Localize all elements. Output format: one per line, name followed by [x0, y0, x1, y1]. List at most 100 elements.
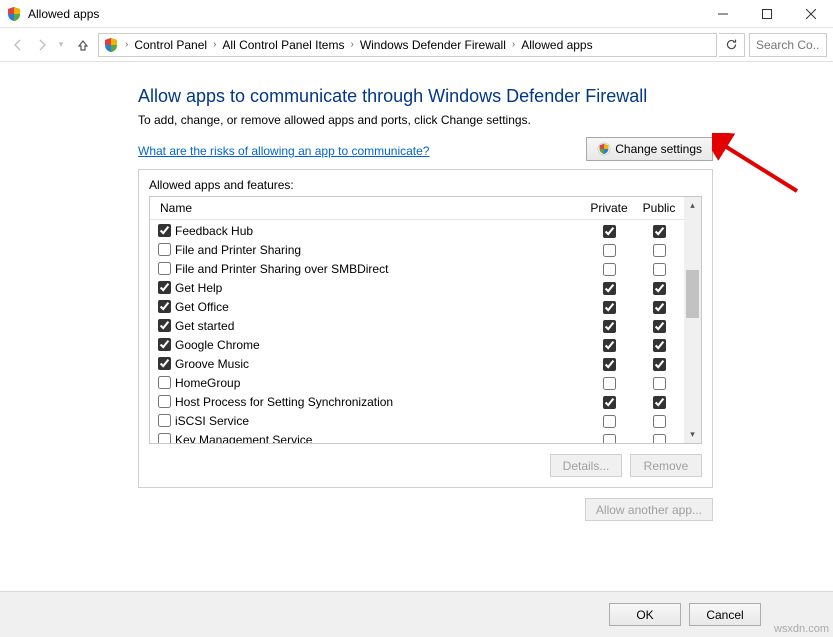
list-row[interactable]: Host Process for Setting Synchronization: [150, 392, 684, 411]
row-enable-checkbox[interactable]: [158, 262, 171, 275]
crumb-all-items[interactable]: All Control Panel Items: [218, 36, 348, 54]
row-enable-checkbox[interactable]: [158, 319, 171, 332]
row-label: Get Help: [175, 281, 222, 295]
change-settings-button[interactable]: Change settings: [586, 137, 713, 161]
chevron-right-icon: ›: [348, 39, 355, 50]
remove-button[interactable]: Remove: [630, 454, 702, 477]
footer: OK Cancel: [0, 591, 833, 637]
row-public-checkbox[interactable]: [653, 263, 666, 276]
row-enable-checkbox[interactable]: [158, 224, 171, 237]
row-enable-checkbox[interactable]: [158, 376, 171, 389]
row-private-checkbox[interactable]: [603, 358, 616, 371]
forward-button[interactable]: [30, 33, 54, 57]
address-bar[interactable]: › Control Panel › All Control Panel Item…: [98, 33, 717, 57]
row-label: Groove Music: [175, 357, 249, 371]
vertical-scrollbar[interactable]: ▴ ▾: [684, 197, 701, 443]
allowed-apps-list: Name Private Public Feedback Hub File and…: [149, 196, 702, 444]
row-public-checkbox[interactable]: [653, 301, 666, 314]
row-private-checkbox[interactable]: [603, 339, 616, 352]
up-button[interactable]: [71, 33, 95, 57]
row-enable-checkbox[interactable]: [158, 414, 171, 427]
history-dropdown[interactable]: ▾: [54, 39, 68, 50]
scroll-down-icon[interactable]: ▾: [684, 426, 701, 443]
row-enable-checkbox[interactable]: [158, 300, 171, 313]
row-label: Get started: [175, 319, 234, 333]
row-private-checkbox[interactable]: [603, 377, 616, 390]
uac-shield-icon: [597, 142, 611, 156]
list-row[interactable]: iSCSI Service: [150, 411, 684, 430]
row-public-checkbox[interactable]: [653, 225, 666, 238]
row-private-checkbox[interactable]: [603, 225, 616, 238]
back-button[interactable]: [6, 33, 30, 57]
cancel-button[interactable]: Cancel: [689, 603, 761, 626]
row-private-checkbox[interactable]: [603, 415, 616, 428]
row-public-checkbox[interactable]: [653, 377, 666, 390]
list-row[interactable]: Feedback Hub: [150, 221, 684, 240]
breadcrumb: › Control Panel › All Control Panel Item…: [123, 36, 597, 54]
risks-link[interactable]: What are the risks of allowing an app to…: [138, 144, 429, 158]
list-row[interactable]: Get Help: [150, 278, 684, 297]
row-private-checkbox[interactable]: [603, 396, 616, 409]
list-row[interactable]: Get Office: [150, 297, 684, 316]
search-input[interactable]: [749, 33, 827, 57]
allowed-apps-group: Allowed apps and features: Name Private …: [138, 169, 713, 488]
row-private-checkbox[interactable]: [603, 301, 616, 314]
minimize-button[interactable]: [701, 0, 745, 28]
scroll-up-icon[interactable]: ▴: [684, 197, 701, 214]
refresh-button[interactable]: [719, 33, 745, 57]
maximize-button[interactable]: [745, 0, 789, 28]
row-public-checkbox[interactable]: [653, 282, 666, 295]
allow-another-app-button[interactable]: Allow another app...: [585, 498, 713, 521]
row-public-checkbox[interactable]: [653, 244, 666, 257]
close-button[interactable]: [789, 0, 833, 28]
col-private[interactable]: Private: [584, 197, 634, 219]
watermark: wsxdn.com: [774, 623, 829, 635]
crumb-control-panel[interactable]: Control Panel: [130, 36, 211, 54]
list-row[interactable]: HomeGroup: [150, 373, 684, 392]
scroll-thumb[interactable]: [686, 270, 699, 318]
list-row[interactable]: Get started: [150, 316, 684, 335]
row-enable-checkbox[interactable]: [158, 243, 171, 256]
row-public-checkbox[interactable]: [653, 358, 666, 371]
chevron-right-icon: ›: [123, 39, 130, 50]
row-label: Get Office: [175, 300, 229, 314]
list-row[interactable]: File and Printer Sharing: [150, 240, 684, 259]
row-label: File and Printer Sharing over SMBDirect: [175, 262, 388, 276]
crumb-allowed-apps[interactable]: Allowed apps: [517, 36, 596, 54]
list-row[interactable]: Groove Music: [150, 354, 684, 373]
row-private-checkbox[interactable]: [603, 320, 616, 333]
group-caption: Allowed apps and features:: [149, 178, 702, 192]
row-enable-checkbox[interactable]: [158, 395, 171, 408]
list-row[interactable]: Key Management Service: [150, 430, 684, 443]
ok-button[interactable]: OK: [609, 603, 681, 626]
crumb-firewall[interactable]: Windows Defender Firewall: [356, 36, 510, 54]
change-settings-label: Change settings: [615, 142, 702, 156]
row-public-checkbox[interactable]: [653, 320, 666, 333]
row-public-checkbox[interactable]: [653, 339, 666, 352]
details-button[interactable]: Details...: [550, 454, 622, 477]
row-label: File and Printer Sharing: [175, 243, 301, 257]
row-private-checkbox[interactable]: [603, 244, 616, 257]
list-row[interactable]: File and Printer Sharing over SMBDirect: [150, 259, 684, 278]
row-enable-checkbox[interactable]: [158, 281, 171, 294]
row-public-checkbox[interactable]: [653, 415, 666, 428]
scroll-track[interactable]: [684, 214, 701, 426]
row-label: Feedback Hub: [175, 224, 253, 238]
col-name[interactable]: Name: [150, 197, 584, 219]
row-enable-checkbox[interactable]: [158, 338, 171, 351]
page-title: Allow apps to communicate through Window…: [138, 86, 713, 107]
col-public[interactable]: Public: [634, 197, 684, 219]
row-private-checkbox[interactable]: [603, 434, 616, 443]
firewall-shield-icon: [6, 6, 22, 22]
row-enable-checkbox[interactable]: [158, 433, 171, 443]
row-public-checkbox[interactable]: [653, 434, 666, 443]
list-row[interactable]: Google Chrome: [150, 335, 684, 354]
row-enable-checkbox[interactable]: [158, 357, 171, 370]
row-label: iSCSI Service: [175, 414, 249, 428]
row-public-checkbox[interactable]: [653, 396, 666, 409]
row-label: HomeGroup: [175, 376, 240, 390]
chevron-right-icon: ›: [510, 39, 517, 50]
row-private-checkbox[interactable]: [603, 282, 616, 295]
row-private-checkbox[interactable]: [603, 263, 616, 276]
window-title: Allowed apps: [28, 7, 99, 21]
